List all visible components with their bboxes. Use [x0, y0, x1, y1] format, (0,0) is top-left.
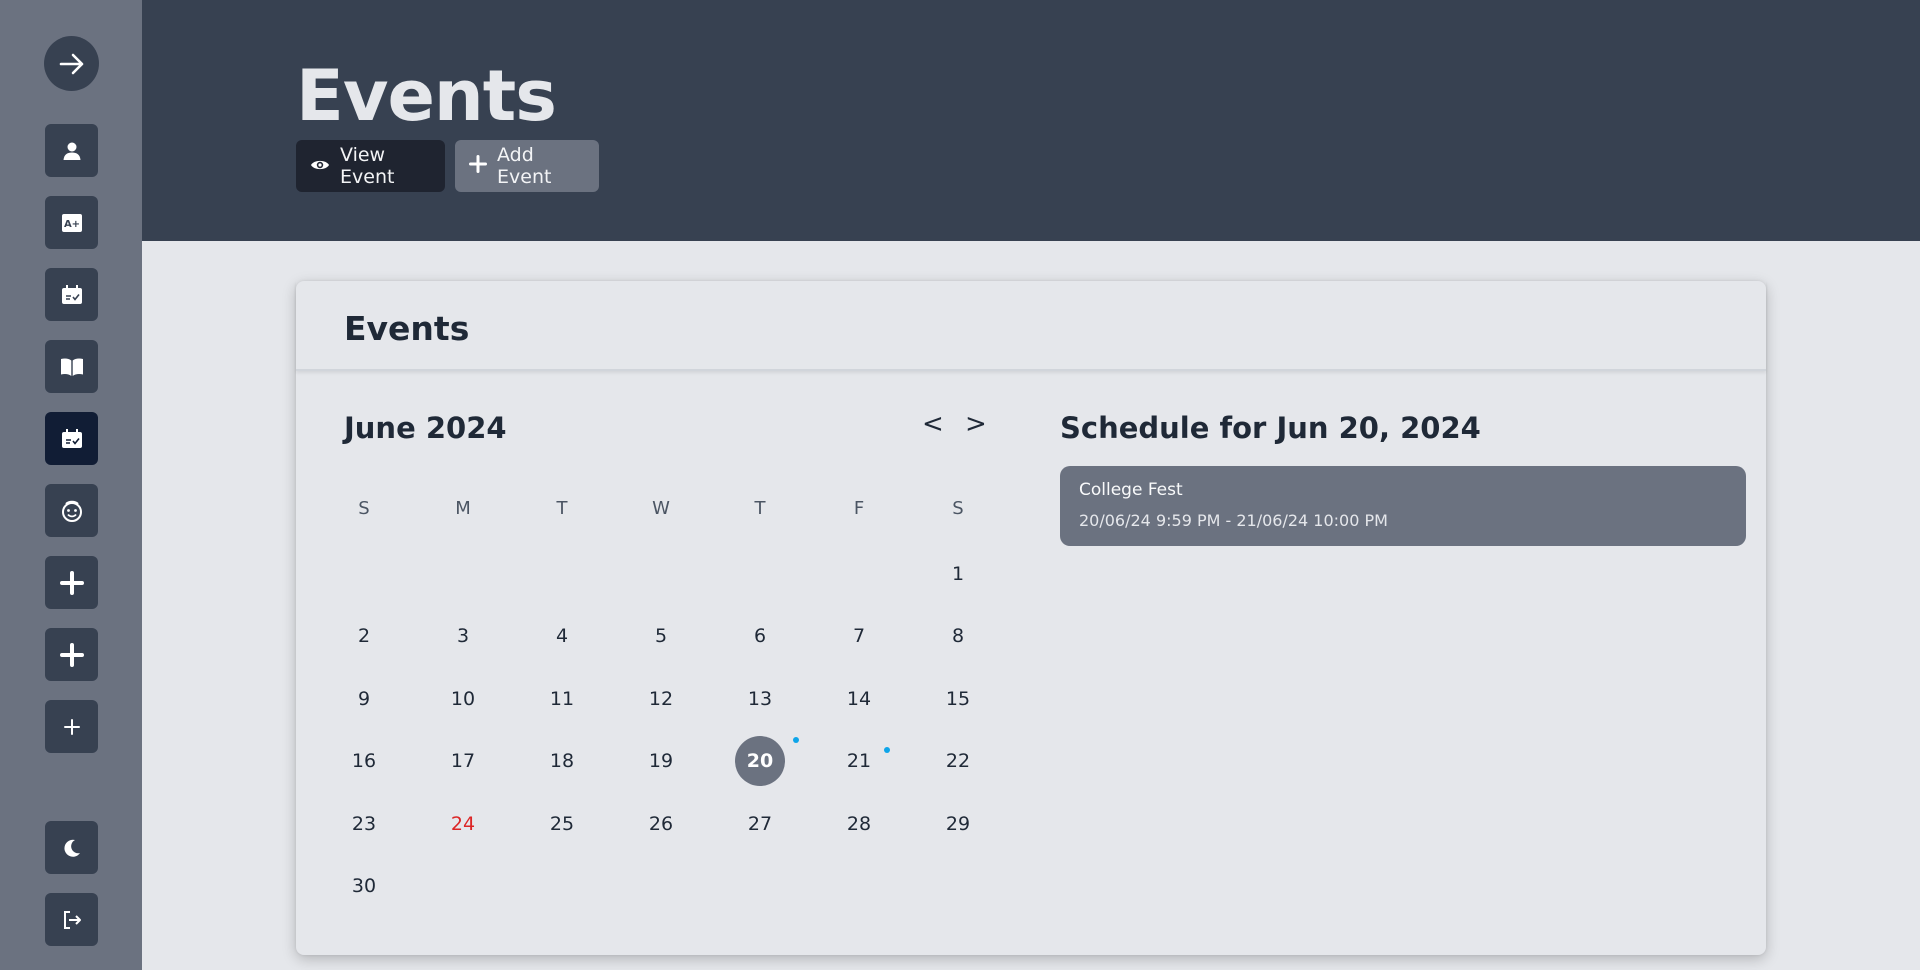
- book-icon: [60, 356, 84, 378]
- calendar-day-18[interactable]: 18: [537, 736, 587, 786]
- calendar-day-17[interactable]: 17: [438, 736, 488, 786]
- calendar-day-13[interactable]: 13: [735, 674, 785, 724]
- add-event-label: Add Event: [497, 144, 552, 188]
- calendar-day-7[interactable]: 7: [834, 611, 884, 661]
- events-card: Events June 2024 < > S M T W T F S 1 2 3 4 5 6 7 8 9 10 1…: [296, 281, 1766, 955]
- calendar-day-5[interactable]: 5: [636, 611, 686, 661]
- sidebar-toggle-button[interactable]: [44, 36, 99, 91]
- weekday-header: T: [754, 498, 766, 519]
- sidebar-item-add-3[interactable]: [45, 700, 98, 753]
- view-event-label: View Event: [340, 144, 395, 188]
- next-month-button[interactable]: >: [965, 409, 987, 439]
- event-indicator-dot: [884, 747, 890, 754]
- card-title: Events: [344, 309, 470, 348]
- calendar-day-14[interactable]: 14: [834, 674, 884, 724]
- calendar-day-21[interactable]: 21: [834, 736, 884, 786]
- calendar-day-9[interactable]: 9: [339, 674, 389, 724]
- calendar-day-25[interactable]: 25: [537, 799, 587, 849]
- calendar-day-3[interactable]: 3: [438, 611, 488, 661]
- calendar-day-30[interactable]: 30: [339, 861, 389, 911]
- weekday-header: S: [358, 498, 370, 519]
- face-icon: [60, 499, 84, 523]
- arrow-right-icon: [57, 49, 87, 79]
- calendar-month-label: June 2024: [344, 411, 507, 445]
- sidebar-item-events[interactable]: [45, 412, 98, 465]
- calendar-day-22[interactable]: 22: [933, 736, 983, 786]
- weekday-header: M: [455, 498, 471, 519]
- events-icon: [61, 428, 83, 450]
- calendar-day-23[interactable]: 23: [339, 799, 389, 849]
- page-title: Events: [296, 55, 557, 137]
- calendar-day-11[interactable]: 11: [537, 674, 587, 724]
- eye-icon: [310, 155, 340, 177]
- calendar-day-26[interactable]: 26: [636, 799, 686, 849]
- weekday-header: T: [556, 498, 568, 519]
- logout-icon: [61, 909, 83, 931]
- sidebar-item-add-1[interactable]: [45, 556, 98, 609]
- weekday-header: W: [652, 498, 670, 519]
- sidebar: A+: [0, 0, 142, 970]
- sidebar-item-grades[interactable]: A+: [45, 196, 98, 249]
- event-indicator-dot: [793, 737, 799, 744]
- dark-mode-toggle[interactable]: [45, 821, 98, 874]
- calendar-day-10[interactable]: 10: [438, 674, 488, 724]
- logout-button[interactable]: [45, 893, 98, 946]
- calendar-day-4[interactable]: 4: [537, 611, 587, 661]
- plus-small-icon: [63, 718, 81, 736]
- weekday-header: F: [853, 498, 865, 519]
- sidebar-item-attendance[interactable]: [45, 268, 98, 321]
- sidebar-item-profile[interactable]: [45, 124, 98, 177]
- calendar-day-1[interactable]: 1: [933, 549, 983, 599]
- schedule-title: Schedule for Jun 20, 2024: [1060, 411, 1481, 445]
- sidebar-item-library[interactable]: [45, 340, 98, 393]
- previous-month-button[interactable]: <: [922, 409, 944, 439]
- plus-icon: [59, 642, 84, 667]
- plus-icon: [469, 154, 497, 178]
- svg-text:A+: A+: [63, 219, 79, 230]
- calendar-day-12[interactable]: 12: [636, 674, 686, 724]
- sidebar-item-add-2[interactable]: [45, 628, 98, 681]
- moon-icon: [62, 838, 82, 858]
- calendar-day-20[interactable]: 20: [735, 736, 785, 787]
- calendar-day-29[interactable]: 29: [933, 799, 983, 849]
- card-header: Events: [296, 281, 1766, 371]
- add-event-button[interactable]: Add Event: [455, 140, 599, 192]
- event-card[interactable]: College Fest 20/06/24 9:59 PM - 21/06/24…: [1060, 466, 1746, 546]
- calendar-check-icon: [61, 284, 83, 306]
- calendar-day-24[interactable]: 24: [438, 799, 488, 849]
- event-name: College Fest: [1079, 480, 1183, 500]
- calendar-day-8[interactable]: 8: [933, 611, 983, 661]
- calendar-day-2[interactable]: 2: [339, 611, 389, 661]
- calendar-day-6[interactable]: 6: [735, 611, 785, 661]
- weekday-header: S: [952, 498, 964, 519]
- plus-icon: [59, 570, 84, 595]
- calendar-day-28[interactable]: 28: [834, 799, 884, 849]
- calendar-day-19[interactable]: 19: [636, 736, 686, 786]
- view-event-button[interactable]: View Event: [296, 140, 445, 192]
- calendar-day-27[interactable]: 27: [735, 799, 785, 849]
- profile-icon: [61, 140, 83, 162]
- calendar-day-16[interactable]: 16: [339, 736, 389, 786]
- sidebar-item-clubs[interactable]: [45, 484, 98, 537]
- event-time: 20/06/24 9:59 PM - 21/06/24 10:00 PM: [1079, 511, 1388, 530]
- calendar-day-15[interactable]: 15: [933, 674, 983, 724]
- grades-icon: A+: [61, 212, 83, 234]
